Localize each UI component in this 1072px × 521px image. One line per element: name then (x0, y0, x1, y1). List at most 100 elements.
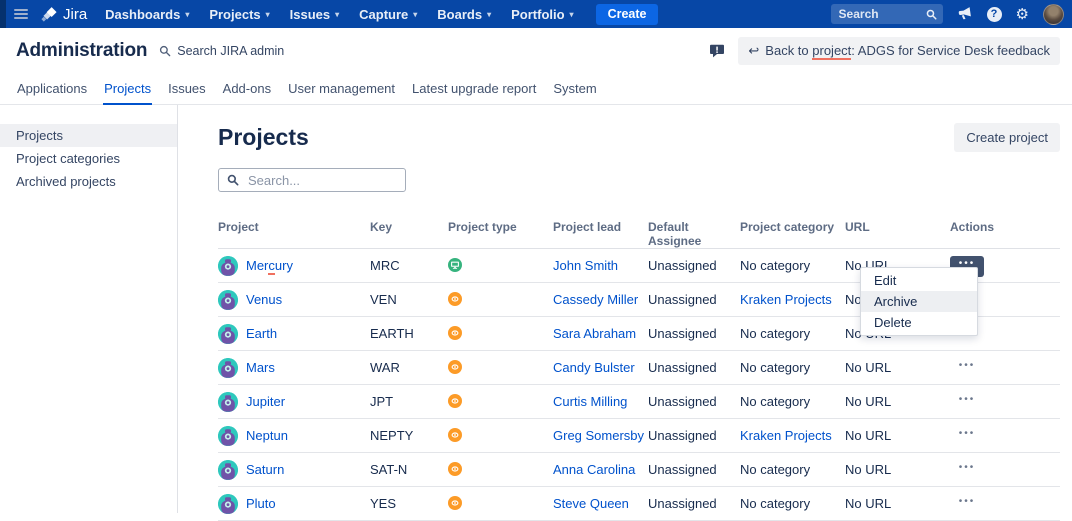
row-actions-button[interactable]: ••• (950, 358, 984, 379)
admin-tab-label: User management (288, 81, 396, 96)
project-name-link[interactable]: Mercury (246, 258, 293, 275)
admin-tab[interactable]: System (552, 74, 597, 105)
nav-menu-label: Portfolio (511, 6, 565, 22)
project-category: No category (740, 462, 811, 477)
row-actions-button[interactable]: ••• (950, 426, 984, 447)
table-row: Neptun NEPTY Greg Somersby Unassigned Kr… (218, 418, 1060, 453)
sidebar-item-label: Projects (16, 128, 63, 143)
admin-tab[interactable]: Add-ons (222, 74, 272, 105)
nav-menu-item[interactable]: Capture ▾ (349, 0, 427, 28)
row-actions-button[interactable]: ••• (950, 460, 984, 481)
project-lead-link[interactable]: Anna Carolina (553, 462, 635, 477)
project-type-icon (448, 292, 462, 306)
help-icon[interactable]: ? (986, 6, 1002, 22)
create-button[interactable]: Create (595, 3, 659, 25)
project-type-icon (448, 428, 462, 442)
nav-menu-item[interactable]: Projects ▾ (199, 0, 279, 28)
search-icon (926, 9, 937, 20)
admin-tab[interactable]: Issues (167, 74, 207, 105)
chevron-down-icon: ▾ (569, 9, 574, 19)
project-category: No category (740, 258, 811, 273)
admin-search[interactable]: Search JIRA admin (159, 44, 284, 58)
nav-menu-item[interactable]: Boards ▾ (427, 0, 501, 28)
project-name-text: Neptun (246, 428, 288, 443)
projects-search[interactable] (218, 168, 406, 192)
project-name-text: Pluto (246, 496, 276, 511)
project-key: VEN (370, 282, 448, 317)
projects-search-input[interactable] (246, 171, 397, 189)
project-name-link[interactable]: Saturn (246, 462, 284, 477)
hamburger-menu-icon[interactable] (14, 9, 28, 19)
sidebar-item[interactable]: Projects (0, 124, 177, 147)
nav-menu-item[interactable]: Dashboards ▾ (95, 0, 199, 28)
actions-menu-item-label: Edit (874, 273, 897, 288)
search-icon (160, 45, 171, 57)
project-name-text: Jupiter (246, 394, 286, 409)
back-text-suffix: : ADGS for Service Desk feedback (851, 43, 1050, 58)
gear-icon[interactable]: ⚙ (1016, 7, 1029, 22)
project-name-link[interactable]: Jupiter (246, 394, 285, 409)
return-arrow-icon: ↩ (748, 43, 760, 58)
actions-menu-item[interactable]: Edit (861, 270, 977, 291)
default-assignee: Unassigned (648, 316, 740, 351)
project-name-link[interactable]: Pluto (246, 496, 276, 511)
project-name-text: ury (274, 258, 293, 273)
project-name-link[interactable]: Venus (246, 292, 282, 307)
project-name-link[interactable]: Neptun (246, 428, 288, 443)
project-lead-link[interactable]: Candy Bulster (553, 360, 635, 375)
feedback-megaphone-icon[interactable] (957, 6, 973, 22)
jira-logo[interactable]: Jira (41, 6, 87, 23)
project-type-icon (448, 462, 462, 476)
sidebar-item[interactable]: Archived projects (0, 170, 177, 193)
user-avatar[interactable] (1043, 3, 1064, 25)
project-lead-link[interactable]: Curtis Milling (553, 394, 627, 409)
jira-logo-icon (41, 6, 57, 22)
project-url: No URL (845, 350, 950, 385)
project-type-icon (448, 360, 462, 374)
default-assignee: Unassigned (648, 418, 740, 453)
nav-menu-item[interactable]: Issues ▾ (280, 0, 350, 28)
actions-menu-item[interactable]: Archive (861, 291, 977, 312)
feedback-bubble-icon[interactable] (709, 43, 725, 59)
sidebar-item[interactable]: Project categories (0, 147, 177, 170)
create-project-button[interactable]: Create project (954, 123, 1060, 152)
project-key: WAR (370, 350, 448, 385)
admin-tab[interactable]: Applications (16, 74, 88, 105)
actions-menu-item[interactable]: Delete (861, 312, 977, 333)
admin-tab[interactable]: Projects (103, 74, 153, 105)
project-category-link[interactable]: Kraken Projects (740, 292, 832, 307)
project-url: No URL (845, 384, 950, 419)
chevron-down-icon: ▾ (487, 9, 492, 19)
project-category-link[interactable]: Kraken Projects (740, 428, 832, 443)
admin-tab[interactable]: User management (287, 74, 396, 105)
project-name-link[interactable]: Earth (246, 326, 277, 341)
admin-tab-label: Latest upgrade report (412, 81, 537, 96)
default-assignee: Unassigned (648, 248, 740, 283)
project-lead-link[interactable]: Cassedy Miller (553, 292, 638, 307)
project-lead-link[interactable]: Greg Somersby (553, 428, 644, 443)
nav-menu-label: Issues (289, 6, 331, 22)
nav-menu-item[interactable]: Portfolio ▾ (501, 0, 583, 28)
admin-tab[interactable]: Latest upgrade report (411, 74, 537, 105)
project-key: JPT (370, 384, 448, 419)
project-key: NEPTY (370, 418, 448, 453)
row-actions-button[interactable]: ••• (950, 494, 984, 515)
chevron-down-icon: ▾ (265, 9, 270, 19)
project-url: No URL (845, 418, 950, 453)
back-text-prefix: Back to (765, 43, 813, 58)
back-text-underlined: project (812, 43, 852, 60)
project-lead-link[interactable]: Steve Queen (553, 496, 629, 511)
column-header: Key (370, 214, 448, 249)
project-name-link[interactable]: Mars (246, 360, 275, 375)
back-to-project-button[interactable]: ↩ Back to project: ADGS for Service Desk … (738, 37, 1060, 65)
table-header-row: Project Key Project type Project lead Defaul… (218, 214, 1060, 249)
row-actions-button[interactable]: ••• (950, 392, 984, 413)
project-key: EARTH (370, 316, 448, 351)
project-lead-link[interactable]: John Smith (553, 258, 618, 273)
project-avatar (218, 425, 238, 446)
navbar-search[interactable] (830, 4, 943, 24)
project-lead-link[interactable]: Sara Abraham (553, 326, 636, 341)
table-row: Saturn SAT-N Anna Carolina Unassigned No… (218, 452, 1060, 487)
actions-menu-item-label: Delete (874, 315, 912, 330)
default-assignee: Unassigned (648, 350, 740, 385)
